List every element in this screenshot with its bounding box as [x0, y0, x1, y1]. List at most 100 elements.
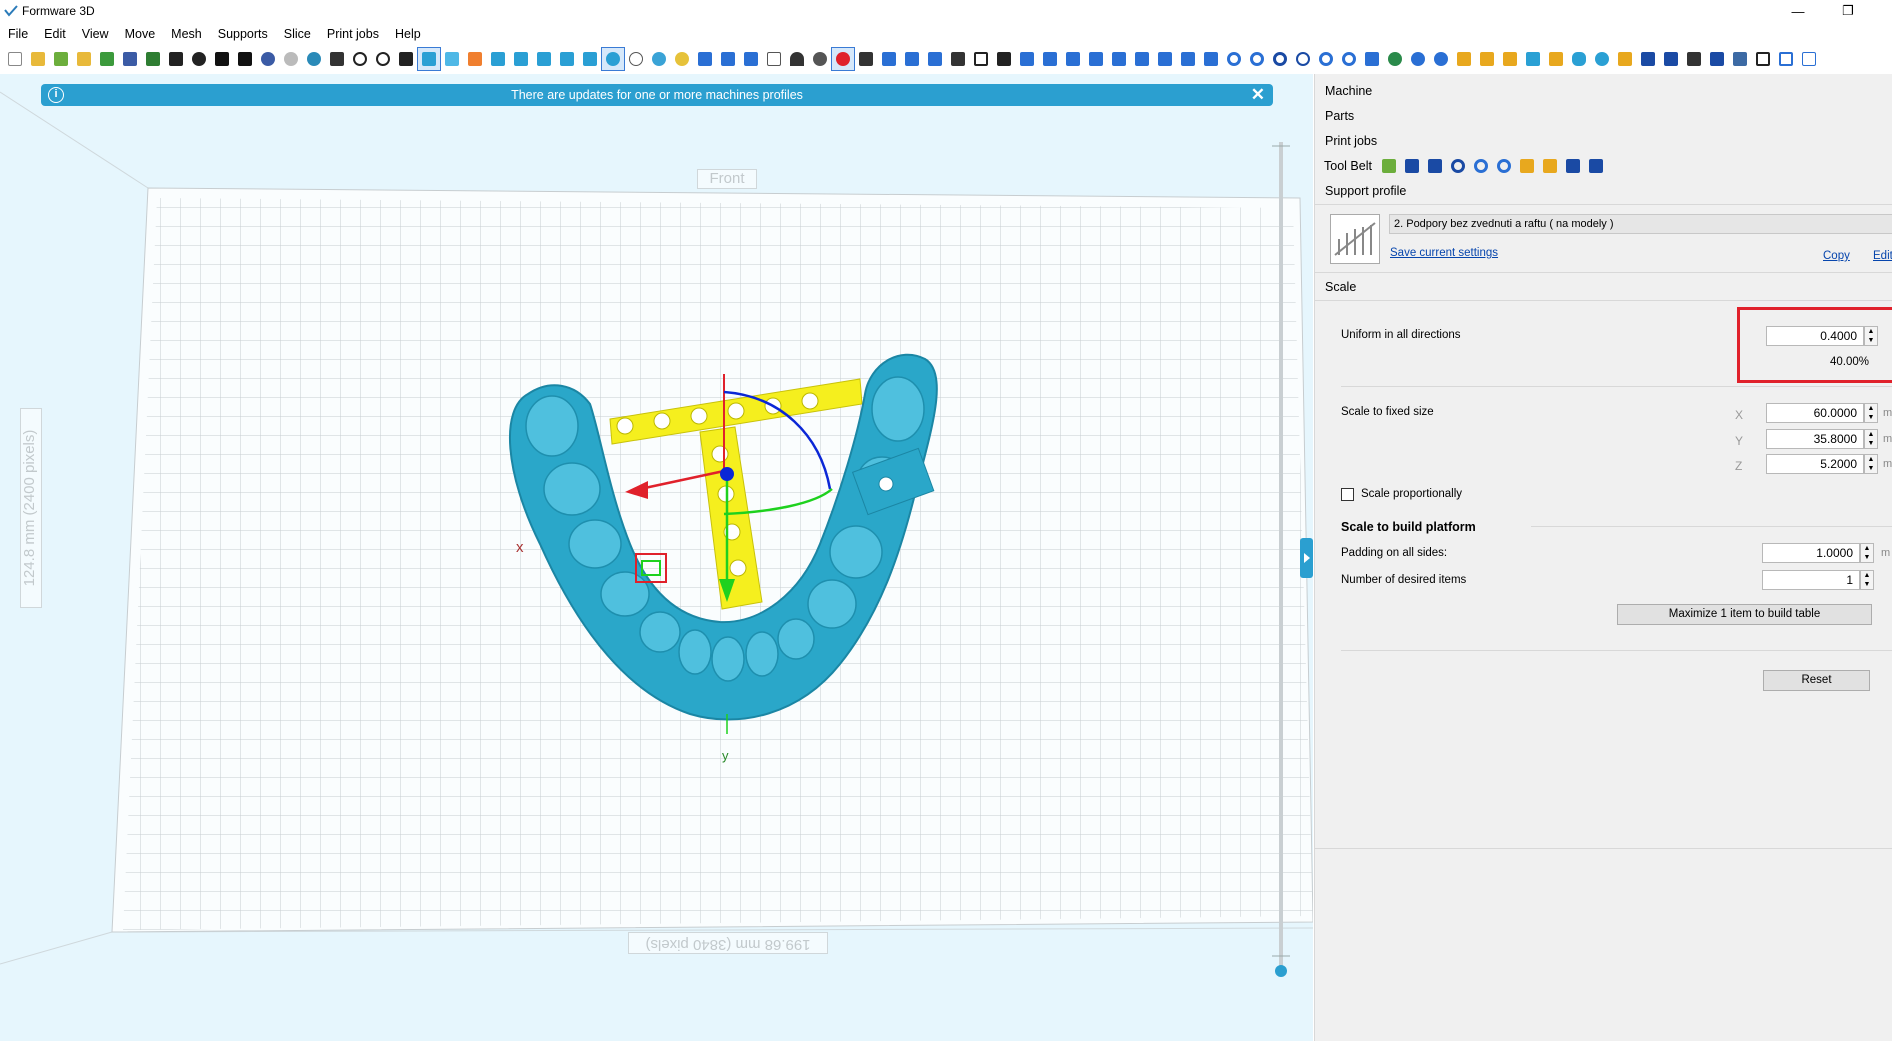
render-smooth-icon[interactable]	[648, 48, 670, 70]
menu-edit[interactable]: Edit	[36, 24, 74, 44]
x-size-input[interactable]: 60.0000	[1766, 403, 1864, 423]
menu-help[interactable]: Help	[387, 24, 429, 44]
close-icon[interactable]: ✕	[1251, 85, 1265, 105]
frame-box-icon[interactable]	[1752, 48, 1774, 70]
items-stepper[interactable]: ▲ ▼	[1860, 570, 1874, 590]
view-right-icon[interactable]	[533, 48, 555, 70]
cut-sphere-icon[interactable]	[809, 48, 831, 70]
measure-e-icon[interactable]	[1545, 48, 1567, 70]
section-parts[interactable]: Parts	[1325, 109, 1354, 123]
ring-c-icon[interactable]	[1269, 48, 1291, 70]
hollow-icon[interactable]	[901, 48, 923, 70]
panel-collapse-handle[interactable]	[1300, 538, 1313, 578]
support-b-icon[interactable]	[1200, 48, 1222, 70]
y-size-stepper[interactable]: ▲ ▼	[1864, 429, 1878, 449]
support-profile-dropdown[interactable]: 2. Podpory bez zvednuti a raftu ( na mod…	[1389, 214, 1892, 234]
red-sphere-icon[interactable]	[831, 47, 855, 71]
tool-belt-ring-a-icon[interactable]	[1448, 157, 1468, 175]
render-color-icon[interactable]	[671, 48, 693, 70]
cylinder-icon[interactable]	[1568, 48, 1590, 70]
z-size-input[interactable]: 5.2000	[1766, 454, 1864, 474]
drain-icon[interactable]	[924, 48, 946, 70]
export-up-icon[interactable]	[234, 48, 256, 70]
minimize-button[interactable]: —	[1776, 0, 1820, 22]
support-a-icon[interactable]	[1177, 48, 1199, 70]
copy-icon[interactable]	[96, 48, 118, 70]
settings-gear-icon[interactable]	[188, 48, 210, 70]
pencil-icon[interactable]	[395, 48, 417, 70]
y-size-input[interactable]: 35.8000	[1766, 429, 1864, 449]
section-scale[interactable]: Scale	[1325, 280, 1356, 294]
z-slider-handle[interactable]	[1275, 965, 1287, 977]
save-icon[interactable]	[119, 48, 141, 70]
maximize-button[interactable]: Maximize 1 item to build table	[1617, 604, 1872, 625]
render-wire-icon[interactable]	[625, 48, 647, 70]
zoom-search-icon[interactable]	[372, 48, 394, 70]
section-machine[interactable]: Machine	[1325, 84, 1372, 98]
view-top-icon[interactable]	[441, 48, 463, 70]
reset-button[interactable]: Reset	[1763, 670, 1870, 691]
view-back-icon[interactable]	[487, 48, 509, 70]
x-size-stepper[interactable]: ▲ ▼	[1864, 403, 1878, 423]
sphere-alt-icon[interactable]	[1407, 48, 1429, 70]
move-tool-icon[interactable]	[1039, 48, 1061, 70]
path-b-icon[interactable]	[1660, 48, 1682, 70]
circle-b-icon[interactable]	[1338, 48, 1360, 70]
scale-tool-icon[interactable]	[1062, 48, 1084, 70]
arrange-icon[interactable]	[1154, 48, 1176, 70]
measure-b-icon[interactable]	[1476, 48, 1498, 70]
mirror-icon[interactable]	[1085, 48, 1107, 70]
scale-proportionally-checkbox[interactable]	[1341, 488, 1354, 501]
frame-icon[interactable]	[970, 48, 992, 70]
stack-icon[interactable]	[1384, 48, 1406, 70]
hand-icon[interactable]	[1614, 48, 1636, 70]
save-all-icon[interactable]	[142, 48, 164, 70]
array-icon[interactable]	[1131, 48, 1153, 70]
image-icon[interactable]	[1729, 48, 1751, 70]
layout-icon[interactable]	[1108, 48, 1130, 70]
redo-icon[interactable]	[280, 48, 302, 70]
3d-viewport[interactable]: x y i There are updates for one or more …	[0, 74, 1313, 1041]
z-size-stepper[interactable]: ▲ ▼	[1864, 454, 1878, 474]
menu-print-jobs[interactable]: Print jobs	[319, 24, 387, 44]
section-support-profile[interactable]: Support profile	[1325, 184, 1406, 198]
render-solid-icon[interactable]	[601, 47, 625, 71]
tree-icon[interactable]	[694, 48, 716, 70]
shield-icon[interactable]	[1361, 48, 1383, 70]
measure-c-icon[interactable]	[1499, 48, 1521, 70]
menu-slice[interactable]: Slice	[276, 24, 319, 44]
printer-icon[interactable]	[165, 48, 187, 70]
tool-belt-layout-icon[interactable]	[1402, 157, 1422, 175]
circle-a-icon[interactable]	[1315, 48, 1337, 70]
menu-mesh[interactable]: Mesh	[163, 24, 210, 44]
delete-trash-icon[interactable]	[326, 48, 348, 70]
globe-icon[interactable]	[1292, 48, 1314, 70]
rotate-tool-icon[interactable]	[1016, 48, 1038, 70]
copy-link[interactable]: Copy	[1823, 250, 1850, 262]
tool-belt-add-icon[interactable]	[1379, 157, 1399, 175]
slice-tool-icon[interactable]	[993, 48, 1015, 70]
view-front-icon[interactable]	[464, 48, 486, 70]
new-file-icon[interactable]	[4, 48, 26, 70]
align-icon[interactable]	[878, 48, 900, 70]
padding-stepper[interactable]: ▲ ▼	[1860, 543, 1874, 563]
view-3d-icon[interactable]	[417, 47, 441, 71]
measure-a-icon[interactable]	[1453, 48, 1475, 70]
import-model-icon[interactable]	[50, 48, 72, 70]
tool-belt-grid-icon[interactable]	[1563, 157, 1583, 175]
tool-belt-export-icon[interactable]	[1586, 157, 1606, 175]
half-sphere-icon[interactable]	[786, 48, 808, 70]
dots-icon[interactable]	[1591, 48, 1613, 70]
tool-belt-brush-icon[interactable]	[1540, 157, 1560, 175]
section-tool-belt[interactable]: Tool Belt	[1324, 159, 1372, 173]
menu-move[interactable]: Move	[117, 24, 164, 44]
branch-icon[interactable]	[740, 48, 762, 70]
section-print-jobs[interactable]: Print jobs	[1325, 134, 1377, 148]
edit-link[interactable]: Edit	[1873, 250, 1892, 262]
save-current-settings-link[interactable]: Save current settings	[1390, 247, 1498, 259]
half-circle-icon[interactable]	[1430, 48, 1452, 70]
view-left-icon[interactable]	[510, 48, 532, 70]
export-stack-icon[interactable]	[1706, 48, 1728, 70]
ring-b-icon[interactable]	[1246, 48, 1268, 70]
padding-input[interactable]: 1.0000	[1762, 543, 1860, 563]
